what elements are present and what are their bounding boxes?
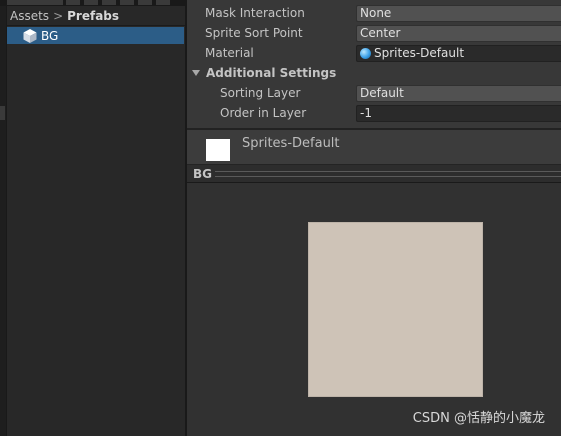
material-sphere-icon <box>360 47 371 59</box>
sprite-sort-point-dropdown[interactable]: Center <box>356 24 561 42</box>
inspector-panel: Mask Interaction None Sprite Sort Point … <box>187 0 561 128</box>
order-in-layer-value: -1 <box>360 106 372 120</box>
sprite-preview <box>308 222 483 397</box>
material-object-field[interactable]: Sprites-Default <box>356 44 561 62</box>
preview-header[interactable]: BG <box>187 165 561 183</box>
material-header-name: Sprites-Default <box>242 136 340 151</box>
breadcrumb-prefabs[interactable]: Prefabs <box>67 9 119 23</box>
sprite-sort-point-label: Sprite Sort Point <box>205 26 303 40</box>
mask-interaction-label: Mask Interaction <box>205 6 305 20</box>
additional-settings-row: Additional Settings <box>187 63 561 83</box>
additional-settings-label: Additional Settings <box>206 66 337 80</box>
sorting-layer-value: Default <box>360 86 404 100</box>
tab-button[interactable] <box>102 0 117 5</box>
preview-drag-handle[interactable] <box>215 171 561 177</box>
sorting-layer-row: Sorting Layer Default <box>187 83 561 103</box>
unity-editor: Assets > Prefabs BG Mask Interaction Non… <box>0 0 561 436</box>
sprite-sort-point-value: Center <box>360 26 401 40</box>
sprite-sort-point-row: Sprite Sort Point Center <box>187 23 561 43</box>
tab-button[interactable] <box>66 0 81 5</box>
breadcrumb: Assets > Prefabs <box>7 6 185 26</box>
asset-item-label: BG <box>41 28 59 43</box>
sorting-layer-label: Sorting Layer <box>220 86 301 100</box>
foldout-arrow-icon <box>192 70 200 76</box>
sorting-layer-dropdown[interactable]: Default <box>356 84 561 102</box>
tab-button[interactable] <box>84 0 99 5</box>
mask-interaction-row: Mask Interaction None <box>187 3 561 23</box>
tab-button[interactable] <box>138 0 153 5</box>
breadcrumb-assets[interactable]: Assets <box>10 9 49 23</box>
material-value: Sprites-Default <box>374 46 465 60</box>
preview-title: BG <box>193 166 212 181</box>
mask-interaction-dropdown[interactable]: None <box>356 4 561 22</box>
project-panel: Assets > Prefabs BG <box>0 0 185 436</box>
folder-tree-gutter <box>0 6 7 436</box>
tab-button[interactable] <box>120 0 135 5</box>
prefab-cube-icon <box>23 28 37 43</box>
mask-interaction-value: None <box>360 6 392 20</box>
additional-settings-foldout[interactable]: Additional Settings <box>192 66 336 80</box>
watermark: CSDN @恬静的小魔龙 <box>412 411 545 426</box>
material-preview-swatch <box>206 139 230 161</box>
order-in-layer-row: Order in Layer -1 <box>187 103 561 123</box>
project-tab[interactable] <box>7 0 64 5</box>
material-header: Sprites-Default <box>187 130 561 165</box>
breadcrumb-separator-icon: > <box>53 8 64 23</box>
scroll-handle[interactable] <box>0 106 5 120</box>
material-label: Material <box>205 46 254 60</box>
material-row: Material Sprites-Default <box>187 43 561 63</box>
order-in-layer-label: Order in Layer <box>220 106 307 120</box>
asset-item-bg[interactable]: BG <box>7 27 184 44</box>
asset-list: BG <box>7 27 185 436</box>
preview-area: CSDN @恬静的小魔龙 <box>187 183 561 436</box>
tab-button[interactable] <box>156 0 171 5</box>
order-in-layer-input[interactable]: -1 <box>356 104 561 122</box>
